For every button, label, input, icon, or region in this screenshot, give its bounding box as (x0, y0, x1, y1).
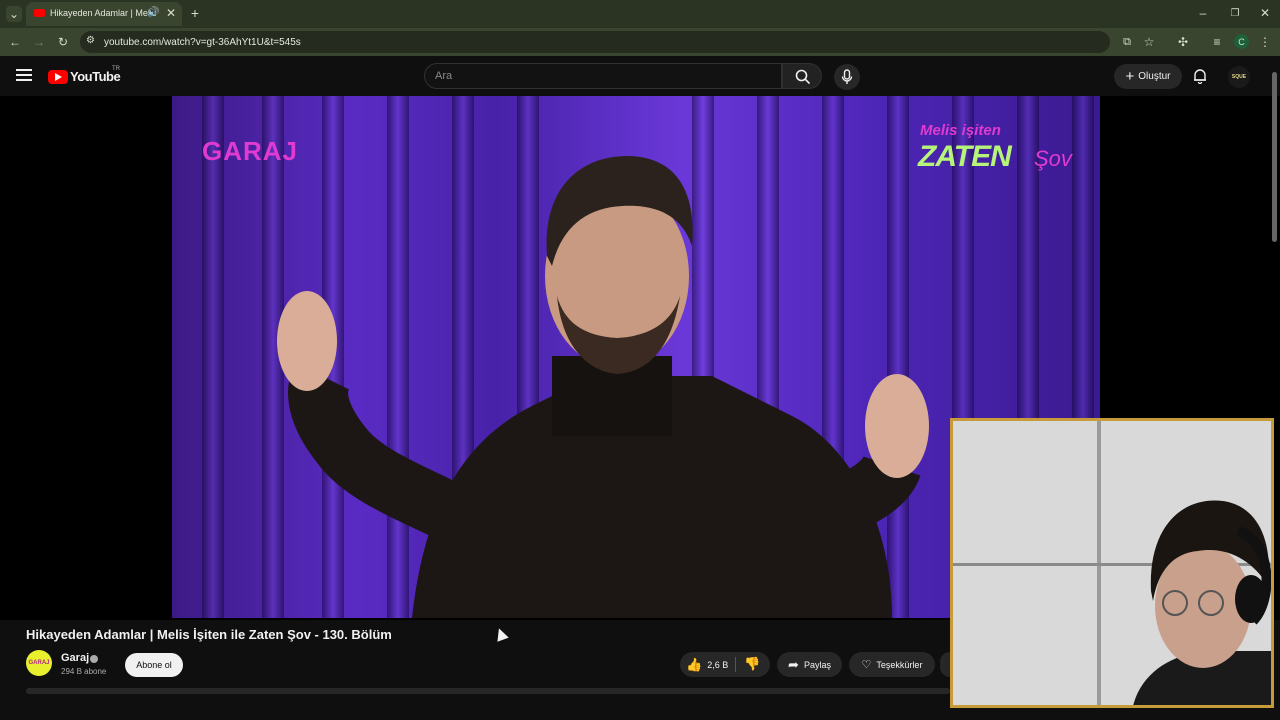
create-button[interactable]: + Oluştur (1114, 64, 1182, 89)
new-tab-icon[interactable]: + (188, 5, 202, 21)
channel-name[interactable]: Garaj (61, 652, 89, 664)
media-control-icon[interactable]: ≡ (1210, 35, 1224, 49)
region-code: TR (112, 66, 120, 72)
webcam-streamer (1133, 500, 1271, 705)
reload-icon[interactable]: ↻ (56, 35, 70, 49)
video-title: Hikayeden Adamlar | Melis İşiten ile Zat… (26, 627, 392, 642)
tab-title: Hikayeden Adamlar | Melis (50, 8, 157, 18)
like-button[interactable]: 👍 2,6 B (686, 657, 728, 673)
thumbs-up-icon: 👍 (686, 657, 703, 672)
window-close-icon[interactable]: ✕ (1258, 6, 1272, 20)
tab-audio-icon[interactable]: 🔊 (147, 7, 159, 18)
browser-tab[interactable]: Hikayeden Adamlar | Melis 🔊 ✕ (26, 2, 182, 26)
video-frame-person (277, 156, 929, 618)
mouse-cursor-icon (493, 626, 509, 642)
bell-icon (1194, 69, 1206, 85)
thanks-button[interactable]: ♡ Teşekkürler (849, 652, 935, 677)
microphone-icon (841, 69, 853, 84)
url-text: youtube.com/watch?v=gt-36AhYt1U&t=545s (104, 37, 301, 48)
youtube-favicon-icon (34, 9, 45, 17)
zaten-sov-subtitle: Melis işiten (920, 122, 1001, 139)
site-info-icon[interactable]: ⚙ (86, 35, 95, 46)
zaten-sov-logo: ZATEN (918, 140, 1012, 173)
share-label: Paylaş (803, 659, 831, 670)
description-box-edge (26, 688, 950, 694)
back-icon[interactable]: ← (8, 35, 22, 49)
account-avatar[interactable]: SQUE (1228, 66, 1250, 88)
scrollbar-thumb[interactable] (1272, 72, 1277, 242)
webcam-overlay (950, 418, 1274, 708)
browser-menu-icon[interactable]: ⋮ (1258, 35, 1272, 49)
like-count: 2,6 B (707, 660, 729, 670)
more-actions-button[interactable] (940, 652, 950, 677)
search-input[interactable]: Ara (424, 63, 782, 89)
verified-badge-icon (90, 655, 98, 663)
plus-icon: + (1125, 67, 1135, 85)
youtube-play-icon (48, 70, 68, 84)
search-button[interactable] (782, 63, 822, 89)
install-app-icon[interactable]: ⧉ (1120, 35, 1134, 49)
search-icon (795, 69, 811, 85)
notifications-button[interactable] (1192, 68, 1208, 85)
thanks-label: Teşekkürler (876, 659, 923, 670)
minimize-icon[interactable]: – (1196, 6, 1210, 20)
subscriber-count: 294 B abone (61, 667, 107, 676)
voice-search-button[interactable] (834, 64, 860, 90)
like-dislike-group: 👍 2,6 B 👎 (680, 652, 770, 677)
extensions-icon[interactable]: ✣ (1176, 35, 1190, 49)
restore-icon[interactable]: ❐ (1228, 6, 1242, 20)
profile-avatar[interactable]: C (1234, 34, 1249, 49)
subscribe-button[interactable]: Abone ol (125, 653, 183, 677)
share-button[interactable]: ➦ Paylaş (777, 652, 842, 677)
tab-search-icon[interactable]: ⌄ (6, 6, 22, 22)
thumbs-down-icon: 👎 (744, 656, 761, 671)
zaten-sov-script: Şov (1034, 146, 1072, 171)
channel-avatar[interactable]: GARAJ (26, 650, 52, 676)
dislike-button[interactable]: 👎 (744, 656, 760, 672)
create-label: Oluştur (1138, 71, 1171, 82)
thanks-heart-icon: ♡ (861, 659, 872, 671)
hamburger-menu-icon[interactable] (16, 68, 32, 82)
forward-icon[interactable]: → (32, 35, 46, 49)
tab-close-icon[interactable]: ✕ (166, 6, 176, 20)
garaj-logo: GARAJ (202, 136, 299, 166)
like-divider (735, 657, 736, 672)
bookmark-star-icon[interactable]: ☆ (1142, 35, 1156, 49)
youtube-logo[interactable]: YouTube TR (48, 66, 122, 86)
share-arrow-icon: ➦ (788, 656, 799, 672)
address-bar[interactable]: ⚙ youtube.com/watch?v=gt-36AhYt1U&t=545s (80, 31, 1110, 53)
